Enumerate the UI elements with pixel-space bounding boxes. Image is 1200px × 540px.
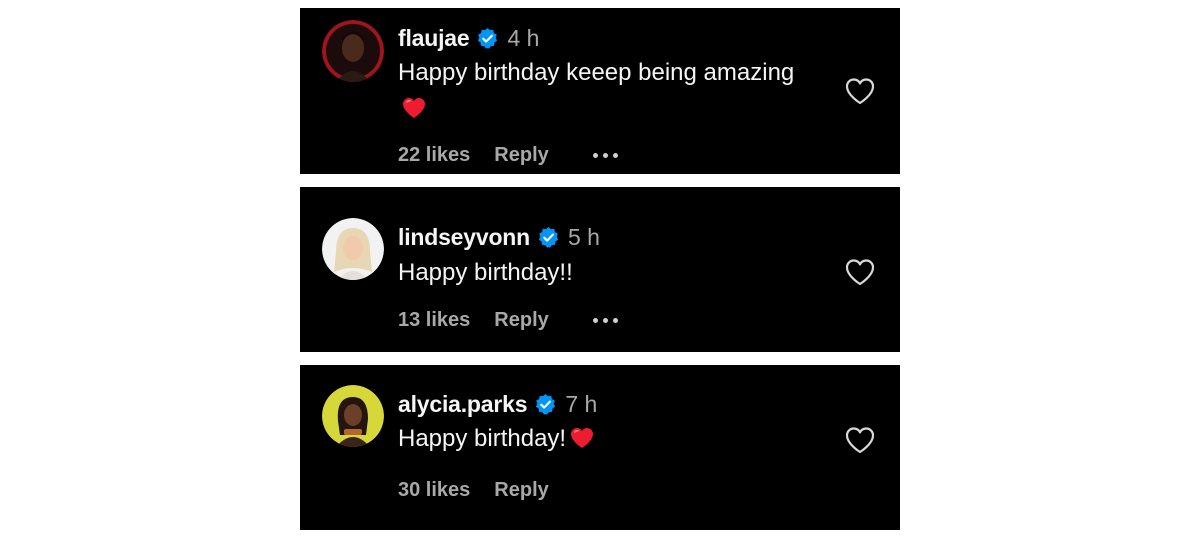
heart-outline-icon[interactable] [844, 257, 876, 287]
comment-text-content: Happy birthday!! [398, 259, 573, 286]
timestamp: 5 h [568, 223, 600, 250]
dot [592, 318, 598, 323]
likes-count[interactable]: 22 likes [398, 144, 470, 167]
heart-outline-icon[interactable] [844, 425, 876, 455]
reply-button[interactable]: Reply [494, 309, 548, 332]
avatar-image [322, 385, 384, 447]
comment-text: Happy birthday! [398, 421, 798, 457]
avatar[interactable] [322, 20, 384, 82]
more-options-icon[interactable] [592, 311, 618, 331]
comment-card: flaujae 4 h Happy birthday keeep being a… [300, 8, 900, 174]
comment-header: alycia.parks 7 h [398, 389, 597, 419]
timestamp: 4 h [507, 24, 540, 51]
dot [602, 318, 608, 323]
dot [612, 153, 618, 158]
avatar-image [322, 20, 384, 82]
comment-card: alycia.parks 7 h Happy birthday! 30 like… [300, 365, 900, 530]
verified-badge-icon [478, 27, 498, 49]
comment-meta: 13 likes Reply [398, 309, 618, 332]
username[interactable]: lindseyvonn [398, 224, 530, 251]
comment-meta: 22 likes Reply [398, 144, 618, 167]
reply-button[interactable]: Reply [494, 144, 548, 167]
more-options-icon[interactable] [592, 146, 618, 166]
likes-count[interactable]: 13 likes [398, 309, 470, 332]
comment-meta: 30 likes Reply [398, 479, 593, 502]
red-heart-emoji-icon [403, 98, 425, 118]
dot [612, 318, 618, 323]
dot [602, 153, 608, 158]
comment-text: Happy birthday!! [398, 255, 798, 291]
verified-badge-icon [536, 393, 556, 415]
comment-header: flaujae 4 h [398, 23, 539, 53]
avatar-image [322, 218, 384, 280]
comment-text-content: Happy birthday! [398, 425, 567, 452]
likes-count[interactable]: 30 likes [398, 479, 470, 502]
dot [592, 153, 598, 158]
comment-text: Happy birthday keeep being amazing [398, 55, 798, 127]
verified-badge-icon [538, 226, 559, 248]
comment-header: lindseyvonn 5 h [398, 222, 600, 252]
username[interactable]: alycia.parks [398, 391, 528, 418]
username[interactable]: flaujae [398, 25, 470, 52]
comment-card: lindseyvonn 5 h Happy birthday!! 13 like… [300, 187, 900, 352]
comment-text-content: Happy birthday keeep being amazing [398, 59, 795, 86]
avatar[interactable] [322, 218, 384, 280]
timestamp: 7 h [565, 390, 598, 417]
red-heart-emoji-icon [571, 428, 594, 448]
avatar[interactable] [322, 385, 384, 447]
reply-button[interactable]: Reply [494, 479, 548, 502]
heart-outline-icon[interactable] [844, 76, 876, 106]
